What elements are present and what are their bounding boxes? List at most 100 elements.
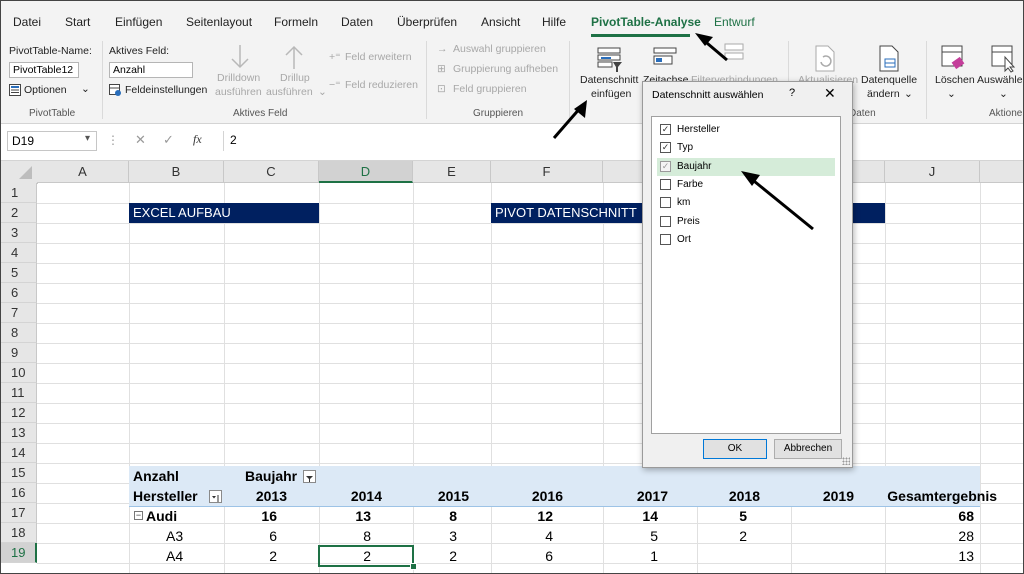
row-header-14[interactable]: 14	[1, 443, 37, 463]
col-header-f[interactable]: F	[491, 161, 603, 183]
change-data-source-icon[interactable]	[877, 45, 901, 73]
drilldown-label-2[interactable]: ausführen	[215, 86, 262, 98]
row-header-4[interactable]: 4	[1, 243, 37, 263]
row-header-11[interactable]: 11	[1, 383, 37, 403]
row-header-6[interactable]: 6	[1, 283, 37, 303]
timeline-icon[interactable]	[653, 47, 679, 73]
tab-datei[interactable]: Datei	[13, 15, 41, 29]
slicer-field-baujahr[interactable]: ✓ Baujahr	[657, 158, 835, 176]
options-button[interactable]: Optionen ⌄	[9, 83, 91, 99]
tab-daten[interactable]: Daten	[341, 15, 373, 29]
tab-einfuegen[interactable]: Einfügen	[115, 15, 162, 29]
slicer-field-hersteller[interactable]: ✓ Hersteller	[657, 121, 835, 139]
row-header-16[interactable]: 16	[1, 483, 37, 503]
baujahr-filter-button[interactable]	[303, 470, 316, 483]
col-header-d[interactable]: D	[319, 161, 413, 183]
pivot-cell[interactable]: 8	[319, 526, 371, 546]
insert-slicer-label-1[interactable]: Datenschnitt	[580, 74, 638, 86]
pivot-cell[interactable]: 12	[491, 506, 553, 526]
row-header-19[interactable]: 19	[1, 543, 37, 563]
cancel-button[interactable]: Abbrechen	[774, 439, 842, 459]
col-header-a[interactable]: A	[37, 161, 129, 183]
checkbox-km[interactable]	[660, 197, 671, 208]
hersteller-filter-button[interactable]	[209, 490, 222, 503]
change-data-source-label-1[interactable]: Datenquelle	[861, 74, 917, 86]
col-header-b[interactable]: B	[129, 161, 224, 183]
pivot-total-cell[interactable]: 28	[885, 526, 974, 546]
slicer-field-farbe[interactable]: Farbe	[657, 176, 835, 194]
row-header-5[interactable]: 5	[1, 263, 37, 283]
slicer-field-typ[interactable]: ✓ Typ	[657, 139, 835, 157]
pivot-cell[interactable]: 14	[603, 506, 658, 526]
col-header-j[interactable]: J	[885, 161, 980, 183]
row-header-17[interactable]: 17	[1, 503, 37, 523]
formula-input[interactable]: 2	[223, 131, 1013, 151]
select-button[interactable]: Auswählen	[977, 74, 1023, 86]
pivot-total-cell[interactable]: 13	[885, 546, 974, 566]
tab-ansicht[interactable]: Ansicht	[481, 15, 520, 29]
checkbox-farbe[interactable]	[660, 179, 671, 190]
tab-formeln[interactable]: Formeln	[274, 15, 318, 29]
pivottable-name-input[interactable]: PivotTable12	[9, 62, 79, 78]
row-header-12[interactable]: 12	[1, 403, 37, 423]
pivot-cell[interactable]: 8	[413, 506, 457, 526]
tab-start[interactable]: Start	[65, 15, 90, 29]
insert-slicer-label-2[interactable]: einfügen	[591, 88, 631, 100]
pivot-cell[interactable]: 2	[413, 546, 457, 566]
active-field-input[interactable]: Anzahl	[109, 62, 193, 78]
clear-icon[interactable]	[941, 45, 967, 73]
insert-function-icon[interactable]: fx	[193, 132, 202, 147]
pivot-cell[interactable]: 13	[319, 506, 371, 526]
ok-button[interactable]: OK	[703, 439, 767, 459]
col-header-c[interactable]: C	[224, 161, 319, 183]
tab-pivottable-analyse[interactable]: PivotTable-Analyse	[591, 15, 701, 29]
tab-ueberpruefen[interactable]: Überprüfen	[397, 15, 457, 29]
fill-handle[interactable]	[410, 563, 417, 570]
cancel-icon[interactable]: ✕	[135, 132, 146, 148]
tab-entwurf[interactable]: Entwurf	[714, 15, 755, 29]
checkbox-hersteller[interactable]: ✓	[660, 124, 671, 135]
pivot-cell[interactable]: 5	[697, 506, 747, 526]
pivot-cell[interactable]: 1	[603, 546, 658, 566]
pivot-cell[interactable]: 5	[603, 526, 658, 546]
change-data-source-label-2[interactable]: ändern	[867, 88, 900, 100]
pivot-cell[interactable]: 2	[697, 526, 747, 546]
row-header-10[interactable]: 10	[1, 363, 37, 383]
checkbox-typ[interactable]: ✓	[660, 142, 671, 153]
checkbox-preis[interactable]	[660, 216, 671, 227]
row-header-13[interactable]: 13	[1, 423, 37, 443]
pivot-cell[interactable]: 2	[224, 546, 277, 566]
collapse-field-button[interactable]: Feld reduzieren	[345, 79, 418, 91]
field-settings-button[interactable]: Feldeinstellungen	[109, 83, 213, 99]
expand-field-button[interactable]: Feld erweitern	[345, 51, 412, 63]
slicer-icon[interactable]	[597, 47, 623, 73]
confirm-icon[interactable]: ✓	[163, 132, 174, 148]
clear-button[interactable]: Löschen	[935, 74, 975, 86]
help-button[interactable]: ?	[789, 87, 795, 99]
checkbox-baujahr[interactable]: ✓	[660, 161, 671, 172]
slicer-field-ort[interactable]: Ort	[657, 231, 835, 249]
tab-seitenlayout[interactable]: Seitenlayout	[186, 15, 252, 29]
select-icon[interactable]	[991, 45, 1017, 73]
pivot-cell[interactable]: 4	[491, 526, 553, 546]
drillup-label-1[interactable]: Drillup	[280, 72, 310, 84]
slicer-field-preis[interactable]: Preis	[657, 213, 835, 231]
row-header-1[interactable]: 1	[1, 183, 37, 203]
name-box[interactable]: D19 ▾	[7, 131, 97, 151]
group-selection-button[interactable]: Auswahl gruppieren	[453, 43, 546, 55]
select-all-corner[interactable]	[1, 161, 38, 184]
slicer-field-km[interactable]: km	[657, 194, 835, 212]
pivot-cell[interactable]: 3	[413, 526, 457, 546]
selected-cell-d19[interactable]	[318, 545, 414, 567]
close-icon[interactable]: ✕	[824, 85, 836, 102]
row-header-3[interactable]: 3	[1, 223, 37, 243]
checkbox-ort[interactable]	[660, 234, 671, 245]
col-header-k[interactable]	[980, 161, 1023, 183]
col-header-e[interactable]: E	[413, 161, 491, 183]
resize-grip-icon[interactable]	[842, 457, 850, 465]
pivot-cell[interactable]: 6	[491, 546, 553, 566]
tab-hilfe[interactable]: Hilfe	[542, 15, 566, 29]
collapse-audi-icon[interactable]: −	[134, 511, 143, 520]
row-header-9[interactable]: 9	[1, 343, 37, 363]
pivot-cell[interactable]: 16	[224, 506, 277, 526]
